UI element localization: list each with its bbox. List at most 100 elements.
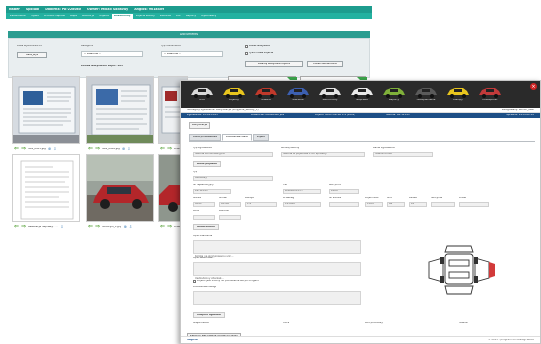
back-tab[interactable]: Doc	[174, 14, 183, 19]
rotate-right-icon[interactable]: ⇒	[167, 146, 172, 152]
back-tab-label: Doc	[175, 14, 181, 17]
download-icon[interactable]: ⇩	[127, 147, 130, 151]
photo-thumbnail[interactable]	[86, 154, 154, 222]
rotate-left-icon[interactable]: ⇐	[14, 224, 19, 230]
tab-vehicle[interactable]: Pojazd	[252, 134, 270, 141]
rotate-right-icon[interactable]: ⇒	[95, 224, 100, 230]
rotate-right-icon[interactable]: ⇒	[95, 146, 100, 152]
gearbox-input[interactable]	[431, 202, 455, 207]
rotate-left-icon[interactable]: ⇐	[160, 146, 165, 152]
damage-diagram[interactable]	[421, 240, 497, 300]
engine-number-input[interactable]	[329, 202, 359, 207]
module-button[interactable]: Samochody	[317, 84, 343, 106]
module-button[interactable]: Brat	[189, 84, 215, 106]
zoom-icon[interactable]: ⊕	[48, 147, 51, 151]
module-button[interactable]: Wlasne	[253, 84, 279, 106]
registration-input[interactable]: KR 12345	[193, 189, 231, 194]
back-tab[interactable]: Kosztorys	[80, 14, 96, 19]
back-tab[interactable]: Zdjecia szkody	[134, 14, 157, 19]
claim-type-select[interactable]: Szkoda komunikacyjna	[193, 152, 273, 157]
vin-input[interactable]: W0L0AHL35...	[283, 189, 321, 194]
module-button[interactable]: Naprawa	[349, 84, 375, 106]
rotate-left-icon[interactable]: ⇐	[14, 146, 19, 152]
module-button[interactable]: Pojazdy	[221, 84, 247, 106]
claim-form: Typ zgloszenia Szkoda komunikacyjna Rodz…	[189, 141, 535, 343]
load-all-button[interactable]: Zaladuj wszystkie zdjecia	[245, 61, 303, 67]
value-input[interactable]	[219, 215, 241, 220]
model-input[interactable]: ASTRA	[219, 202, 241, 207]
module-button[interactable]: Zakupy	[445, 84, 471, 106]
rotate-right-icon[interactable]: ⇒	[21, 146, 26, 152]
show-all-checkbox[interactable]: Pokaz wszystkie	[245, 45, 270, 48]
module-label: Dostepnosc	[482, 99, 498, 101]
back-tab[interactable]: Raporty	[184, 14, 198, 19]
field-value: Osobowy	[195, 177, 207, 180]
event-description-textarea[interactable]: Kolizja na skrzyzowaniu ulic...	[193, 240, 361, 258]
rotate-left-icon[interactable]: ⇐	[88, 146, 93, 152]
back-tab[interactable]: Zdjecie	[97, 14, 110, 19]
roadworthy-checkbox[interactable]: Pojazd jest zdolny do poruszania sie po …	[193, 280, 259, 283]
module-button[interactable]: Dostepnosc	[477, 84, 503, 106]
zoom-icon[interactable]: ⊕	[122, 147, 125, 151]
show-selected-button[interactable]: Pokaz zaznaczone	[307, 61, 343, 67]
tab-additional-data[interactable]: Dodatkowe dane	[221, 134, 252, 141]
new-only-checkbox[interactable]: Tylko nowe zdjecia	[245, 52, 273, 55]
module-button[interactable]: Raporty	[381, 84, 407, 106]
verification-button[interactable]: Weryfikacja	[189, 122, 211, 129]
back-tab[interactable]: Pojazd	[29, 14, 41, 19]
download-icon[interactable]: ⇩	[129, 225, 132, 229]
back-tab[interactable]: Zlecenia	[158, 14, 173, 19]
back-tab[interactable]: Wykonawcy	[199, 14, 218, 19]
car-icon	[383, 88, 405, 98]
capacity-input[interactable]: 1364	[365, 202, 383, 207]
fuel-input[interactable]: PB	[409, 202, 427, 207]
version-input[interactable]: 1.4	[245, 202, 277, 207]
back-tab[interactable]: Dokumenty	[111, 13, 133, 19]
rotate-left-icon[interactable]: ⇐	[88, 224, 93, 230]
category-select[interactable]: -- Dowolne --	[81, 51, 143, 57]
module-label: Raporty	[388, 99, 400, 101]
close-icon[interactable]: ×	[530, 83, 537, 90]
topbar-item: Naber	[9, 7, 20, 11]
section-title-bar: Documents	[8, 31, 370, 38]
year-input[interactable]: 2009	[329, 189, 359, 194]
field-label: VIN	[283, 184, 288, 186]
back-tab[interactable]: Zadarnienie	[8, 14, 28, 19]
rotate-right-icon[interactable]: ⇒	[167, 224, 172, 230]
rotate-right-icon[interactable]: ⇒	[21, 224, 26, 230]
module-button[interactable]: Zlecenia	[285, 84, 311, 106]
field-label: Skrzynia	[431, 197, 443, 199]
back-tab[interactable]: Mapa	[68, 14, 79, 19]
car-icon	[447, 88, 469, 98]
back-tab[interactable]: Protokol napraw	[42, 14, 67, 19]
color-input[interactable]	[193, 215, 215, 220]
damage-description-textarea[interactable]: Uszkodzony zderzak...	[193, 262, 361, 280]
module-button[interactable]: Ubezpieczenia	[413, 84, 439, 106]
channel-select[interactable]: Telefonicznie	[373, 152, 433, 157]
date-button[interactable]: Data_wyk	[17, 52, 47, 58]
vehicle-type-select[interactable]: Osobowy	[193, 176, 273, 181]
type-select[interactable]: -- Dowolne --	[161, 51, 223, 57]
notes-textarea[interactable]	[193, 291, 361, 305]
document-photo-icon	[13, 77, 79, 143]
photo-count: Liczba wszystkich zdjec: 105	[81, 65, 123, 67]
zoom-icon[interactable]: ⊕	[123, 225, 126, 229]
damage-type-select[interactable]: Szkoda w pojezdzie z OC sprawcy	[281, 152, 365, 157]
doors-input[interactable]	[459, 202, 489, 207]
photo-caption: ⇐ ⇒ IMG_0455.jpg ⊕ ⇩	[14, 146, 57, 152]
tab-basic-data[interactable]: Dane podstawowe	[189, 134, 221, 141]
power-input[interactable]: 66	[387, 202, 405, 207]
rotate-left-icon[interactable]: ⇐	[160, 224, 165, 230]
photo-thumbnail[interactable]	[12, 154, 80, 222]
summary-item: Szkoda: KR 12345	[386, 114, 410, 116]
tab-label: Dodatkowe dane	[225, 136, 248, 139]
photo-thumbnail[interactable]	[12, 76, 80, 144]
download-icon[interactable]: ⇩	[53, 147, 56, 151]
photo-thumbnail[interactable]	[86, 76, 154, 144]
make-input[interactable]: OPEL	[193, 202, 215, 207]
topbar-item: Dobirna: PA-228080	[45, 7, 81, 11]
download-icon[interactable]: ⇩	[60, 225, 63, 229]
mileage-input[interactable]: 125000	[283, 202, 321, 207]
field-label: Nr rejestracyjny	[193, 184, 214, 186]
back-tab-label: Protokol napraw	[43, 14, 65, 17]
